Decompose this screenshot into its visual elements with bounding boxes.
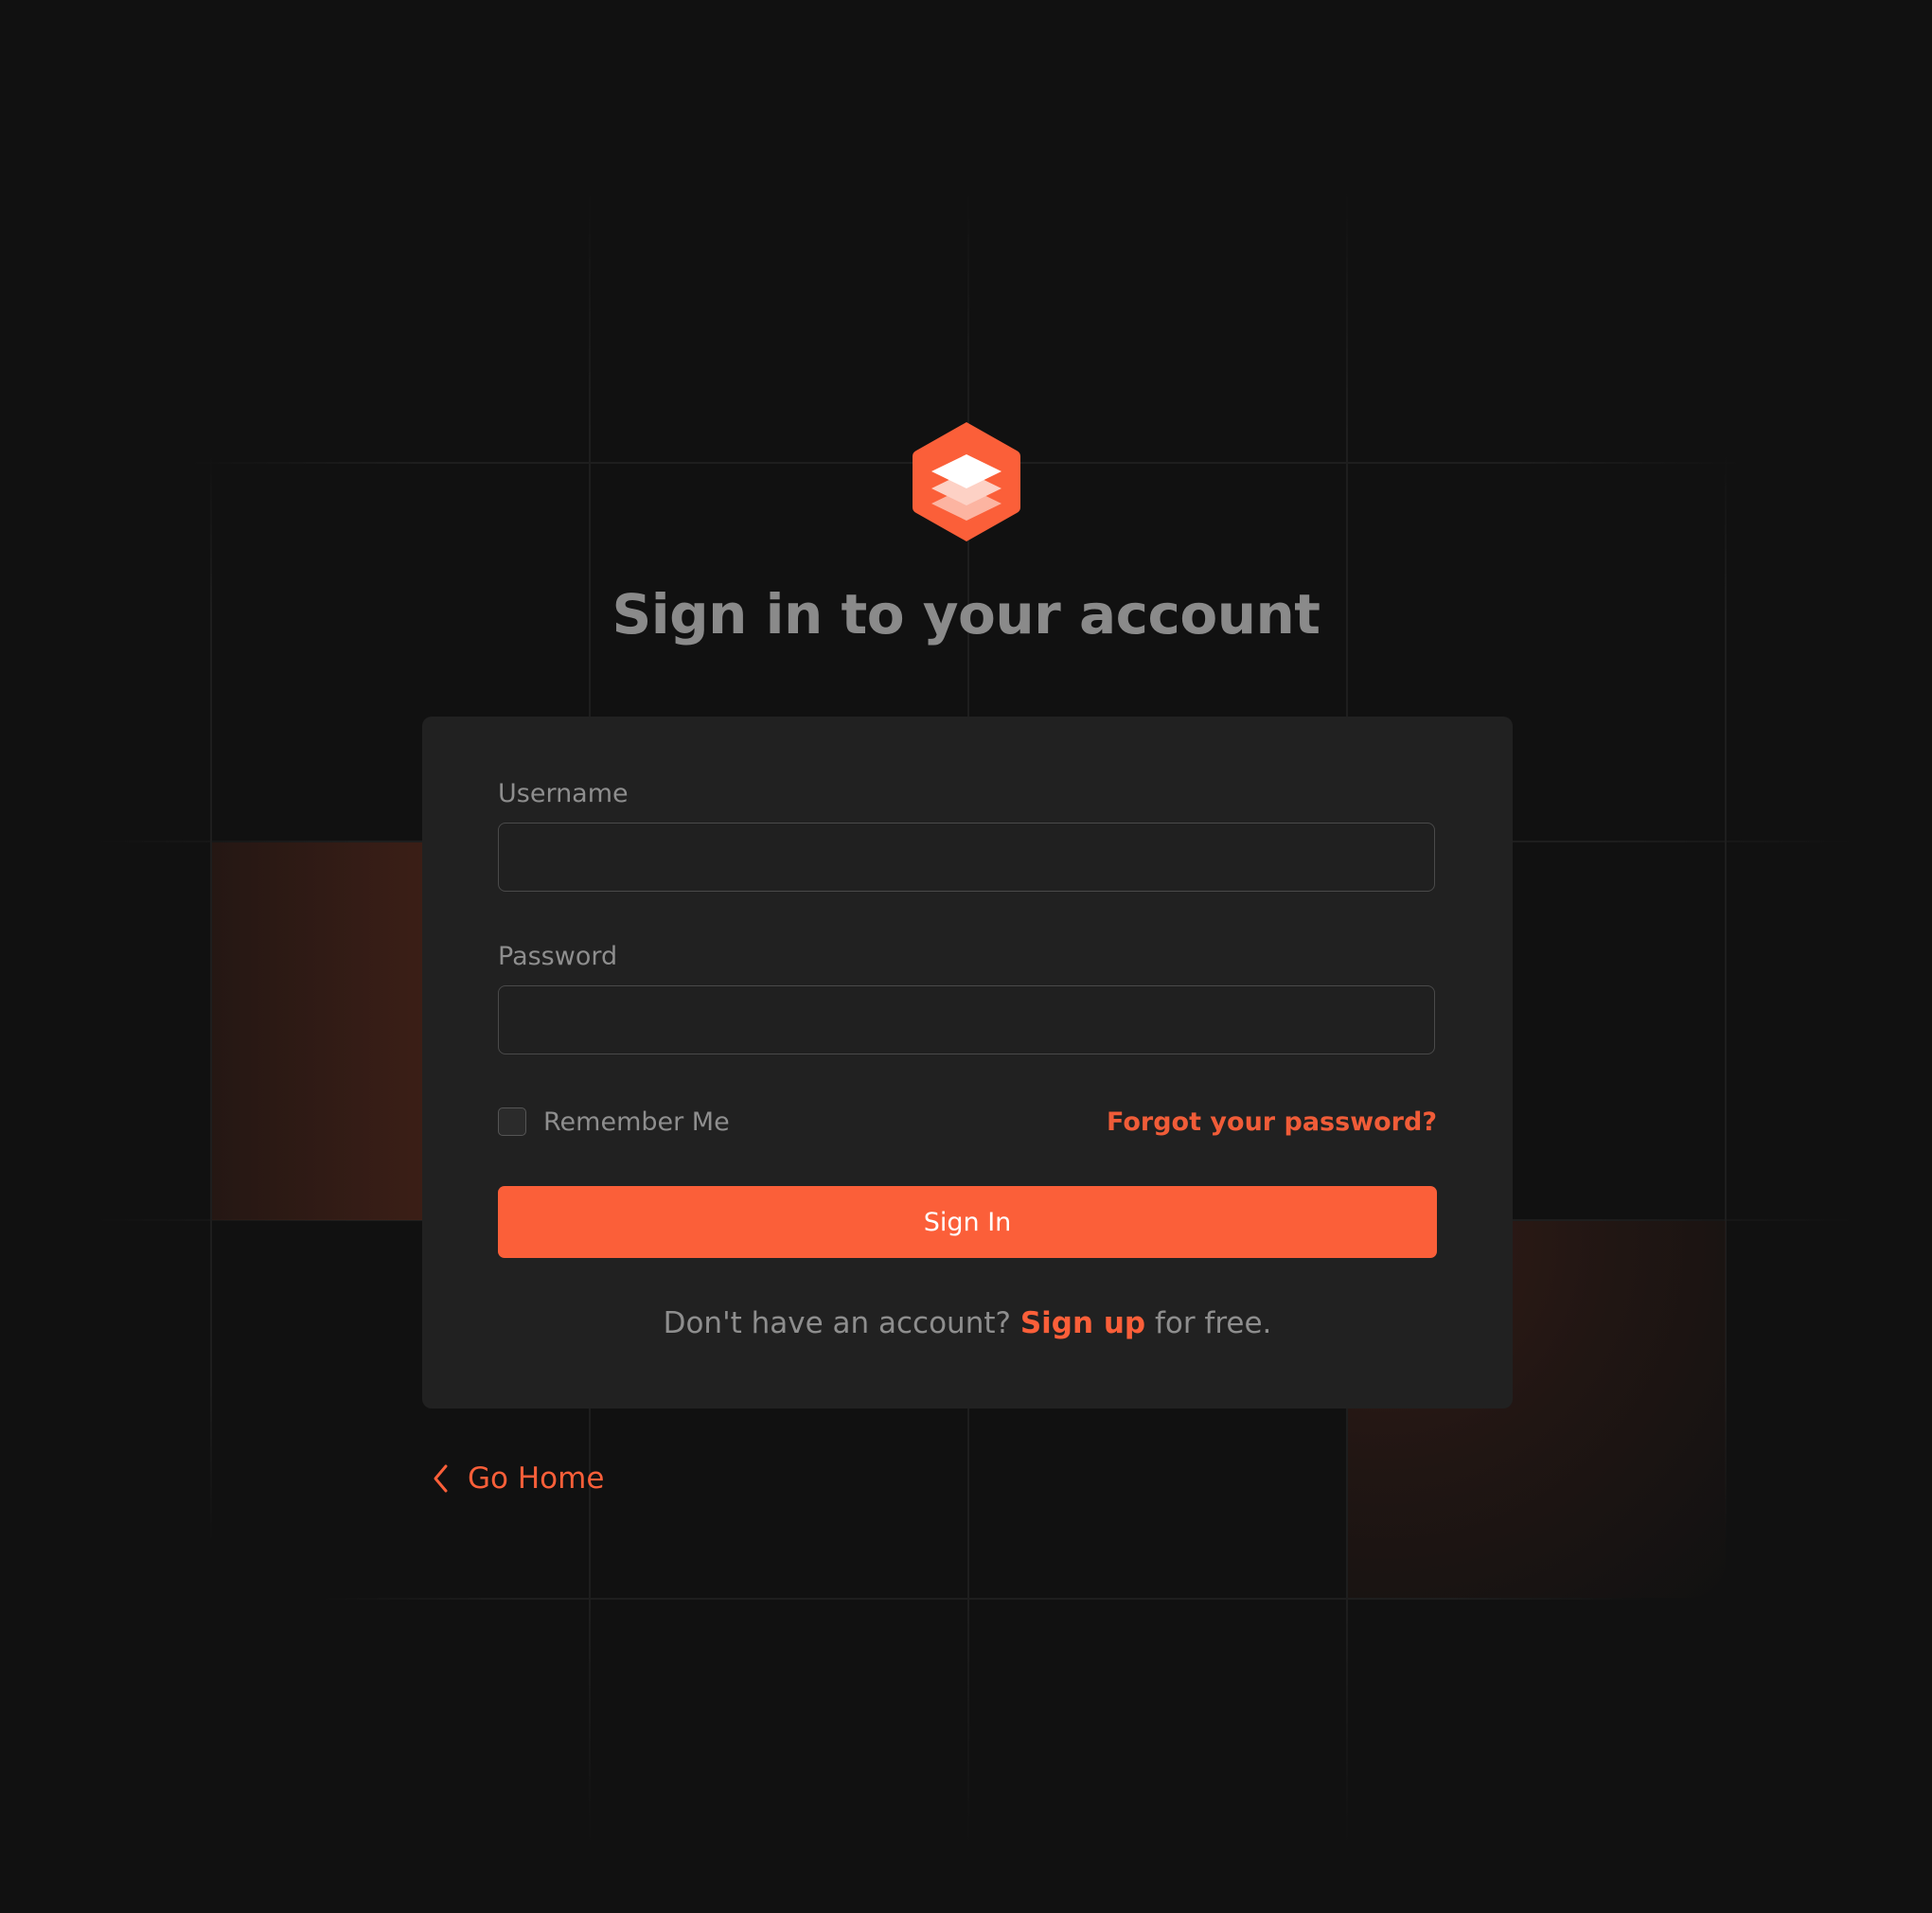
go-home-label: Go Home: [468, 1461, 605, 1496]
sign-in-card: Username Password Remember Me Forgot you…: [422, 717, 1513, 1408]
remember-me-checkbox[interactable]: [498, 1107, 526, 1136]
stacked-layers-hexagon-icon: [913, 422, 1020, 541]
go-home-link[interactable]: Go Home: [430, 1458, 604, 1499]
signup-suffix: for free.: [1145, 1306, 1272, 1340]
sign-in-page: Sign in to your account Username Passwor…: [0, 0, 1932, 1913]
username-label: Username: [498, 779, 629, 808]
chevron-left-icon: [434, 1464, 448, 1493]
signup-prompt: Don't have an account? Sign up for free.: [422, 1306, 1513, 1340]
sign-up-link[interactable]: Sign up: [1020, 1306, 1145, 1340]
sign-in-button[interactable]: Sign In: [498, 1186, 1437, 1258]
signup-prefix: Don't have an account?: [663, 1306, 1020, 1340]
remember-row: Remember Me Forgot your password?: [498, 1106, 1437, 1143]
password-label: Password: [498, 942, 618, 971]
username-input[interactable]: [498, 823, 1435, 892]
remember-me-label[interactable]: Remember Me: [543, 1107, 730, 1137]
password-input[interactable]: [498, 985, 1435, 1054]
decorative-glow-left: [212, 842, 426, 1220]
forgot-password-link[interactable]: Forgot your password?: [1107, 1107, 1437, 1137]
page-title: Sign in to your account: [612, 582, 1320, 647]
